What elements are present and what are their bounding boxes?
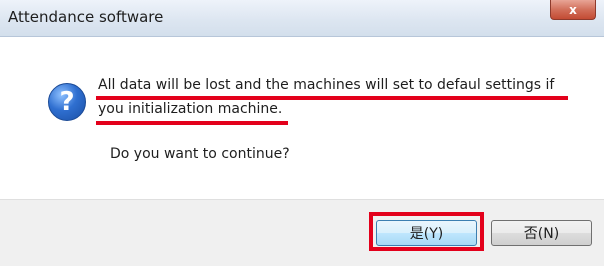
red-underline-1	[96, 96, 568, 100]
window-title: Attendance software	[8, 8, 164, 26]
message-line-1: All data will be lost and the machines w…	[98, 77, 555, 93]
title-bar[interactable]: Attendance software x	[0, 0, 604, 37]
button-bar: 是(Y) 否(N)	[0, 199, 604, 266]
red-underline-2	[96, 121, 288, 125]
yes-button-highlight	[369, 212, 484, 251]
confirm-question: Do you want to continue?	[110, 146, 290, 162]
no-button[interactable]: 否(N)	[491, 220, 592, 246]
close-button[interactable]: x	[550, 0, 596, 20]
message-line-2: you initialization machine.	[98, 101, 283, 117]
message-area: ? All data will be lost and the machines…	[0, 37, 604, 199]
question-icon: ?	[48, 83, 86, 121]
close-icon: x	[569, 2, 577, 17]
dialog-window: Attendance software x ? All data will be…	[0, 0, 604, 266]
